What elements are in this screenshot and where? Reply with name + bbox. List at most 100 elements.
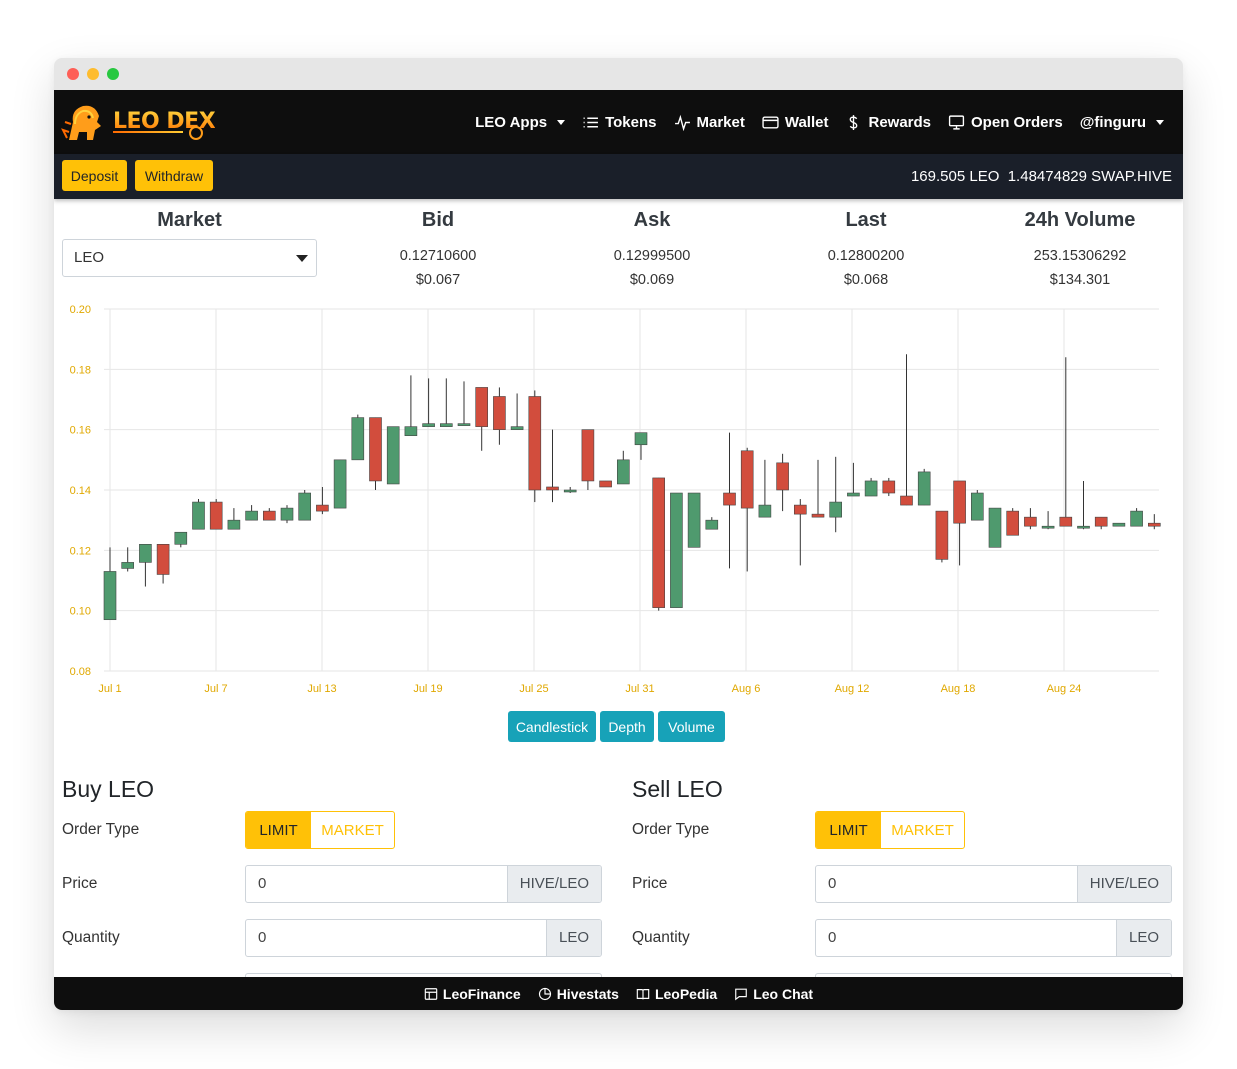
- sell-quantity-input[interactable]: 0: [816, 920, 1116, 956]
- candle-body: [174, 531, 188, 545]
- candle-body: [351, 417, 365, 461]
- sell-limit-button[interactable]: LIMIT: [816, 812, 881, 848]
- nav-market[interactable]: Market: [674, 114, 745, 131]
- list-icon: [583, 117, 599, 127]
- candle-body: [316, 504, 329, 512]
- pulse-icon: [674, 114, 690, 131]
- nav-user-menu[interactable]: @finguru: [1080, 114, 1164, 131]
- candle-body: [670, 492, 683, 608]
- bid-column: Bid 0.12710600 $0.067: [353, 209, 523, 288]
- candle-body: [652, 477, 666, 608]
- browser-window: LEO DEX LEO Apps Tokens Market Wallet Re…: [54, 58, 1183, 1010]
- minimize-window-button[interactable]: [87, 68, 99, 80]
- x-tick-label: Aug 6: [732, 683, 761, 695]
- nav-rewards[interactable]: Rewards: [845, 114, 931, 131]
- sell-price-input[interactable]: 0: [816, 866, 1077, 902]
- sell-title: Sell LEO: [632, 776, 723, 802]
- sell-market-button[interactable]: MARKET: [881, 812, 964, 848]
- candle-body: [935, 510, 949, 560]
- bid-header: Bid: [421, 209, 455, 231]
- x-tick-label: Aug 18: [941, 683, 976, 695]
- book-icon: [636, 988, 650, 999]
- depth-button[interactable]: Depth: [600, 711, 654, 742]
- candle-body: [369, 417, 382, 482]
- candle-body: [705, 519, 719, 530]
- nav-open-orders[interactable]: Open Orders: [948, 114, 1063, 131]
- candle-body: [333, 459, 347, 509]
- candle-body: [900, 495, 913, 506]
- candle-body: [1148, 522, 1161, 527]
- candlestick-chart[interactable]: 0.20 0.18 0.16 0.14 0.12 0.10 0.08 Jul 1 Jul 7 Ju…: [54, 299, 1183, 699]
- withdraw-button[interactable]: Withdraw: [135, 160, 213, 191]
- sell-price-unit: HIVE/LEO: [1076, 866, 1171, 902]
- bid-usd: $0.067: [415, 272, 461, 288]
- footer-leochat-link[interactable]: Leo Chat: [734, 986, 813, 1002]
- market-select[interactable]: LEO: [62, 239, 317, 277]
- sell-order-type-label: Order Type: [632, 821, 710, 838]
- buy-market-button[interactable]: MARKET: [311, 812, 394, 848]
- top-navbar: LEO DEX LEO Apps Tokens Market Wallet Re…: [54, 90, 1183, 154]
- buy-order-type-toggle: LIMIT MARKET: [245, 811, 395, 849]
- buy-limit-button[interactable]: LIMIT: [246, 812, 311, 848]
- buy-quantity-input-group: 0 LEO: [245, 919, 602, 957]
- close-window-button[interactable]: [67, 68, 79, 80]
- volume-value: 253.15306292: [1033, 248, 1127, 264]
- caret-down-icon: [557, 119, 566, 125]
- footer-leofinance-link[interactable]: LeoFinance: [424, 986, 521, 1002]
- main-content: Market LEO Bid 0.12710600 $0.067 Ask 0.1…: [54, 199, 1183, 977]
- candle-body: [121, 562, 134, 569]
- swap-hive-balance: 1.48474829 SWAP.HIVE: [1007, 168, 1172, 185]
- y-tick-label: 0.18: [70, 364, 91, 376]
- ask-header: Ask: [633, 209, 671, 231]
- candle-body: [298, 492, 311, 521]
- nav-rewards-label: Rewards: [868, 113, 932, 131]
- candle-body: [475, 387, 489, 427]
- buy-quantity-label: Quantity: [62, 929, 120, 946]
- x-tick-label: Jul 1: [98, 683, 121, 695]
- sell-quantity-label: Quantity: [632, 929, 690, 946]
- candle-body: [829, 501, 843, 518]
- footer-leopedia-label: LeoPedia: [654, 985, 718, 1002]
- candle-body: [917, 471, 931, 506]
- nav-leo-apps[interactable]: LEO Apps: [475, 114, 566, 131]
- monitor-icon: [948, 114, 965, 130]
- footer-hivestats-link[interactable]: Hivestats: [538, 986, 619, 1002]
- nav-wallet[interactable]: Wallet: [762, 114, 828, 131]
- ask-value: 0.12999500: [613, 248, 691, 264]
- x-tick-label: Jul 25: [519, 683, 548, 695]
- candle-body: [192, 501, 205, 530]
- footer-hivestats-label: Hivestats: [556, 985, 619, 1002]
- caret-down-icon: [296, 255, 308, 262]
- deposit-button[interactable]: Deposit: [62, 160, 127, 191]
- candle-body: [953, 480, 966, 524]
- y-tick-label: 0.20: [70, 304, 91, 316]
- sell-order-type-toggle: LIMIT MARKET: [815, 811, 965, 849]
- candlestick-button[interactable]: Candlestick: [508, 711, 596, 742]
- footer-leopedia-link[interactable]: LeoPedia: [636, 986, 717, 1002]
- market-select-value: LEO: [74, 249, 105, 266]
- maximize-window-button[interactable]: [107, 68, 119, 80]
- x-tick-label: Jul 19: [413, 683, 442, 695]
- leo-coin-icon: [189, 126, 203, 140]
- ask-usd: $0.069: [629, 272, 675, 288]
- buy-price-input[interactable]: 0: [246, 866, 507, 902]
- buy-quantity-input[interactable]: 0: [246, 920, 546, 956]
- y-tick-label: 0.12: [70, 545, 91, 557]
- x-tick-label: Jul 31: [625, 683, 654, 695]
- caret-down-icon: [1156, 119, 1164, 125]
- y-tick-label: 0.14: [70, 485, 91, 497]
- nav-tokens[interactable]: Tokens: [582, 114, 657, 131]
- buy-quantity-unit: LEO: [545, 920, 601, 956]
- x-tick-label: Jul 13: [307, 683, 336, 695]
- y-tick-label: 0.10: [70, 606, 91, 618]
- volume-usd: $134.301: [1049, 272, 1111, 288]
- candle-body: [457, 423, 471, 426]
- candle-body: [988, 507, 1002, 548]
- candle-body: [227, 519, 241, 530]
- brand-link[interactable]: LEO DEX: [61, 97, 216, 147]
- x-tick-label: Aug 24: [1047, 683, 1082, 695]
- volume-button[interactable]: Volume: [658, 711, 725, 742]
- candle-body: [970, 492, 984, 521]
- sell-quantity-unit: LEO: [1115, 920, 1171, 956]
- candle-body: [439, 423, 453, 427]
